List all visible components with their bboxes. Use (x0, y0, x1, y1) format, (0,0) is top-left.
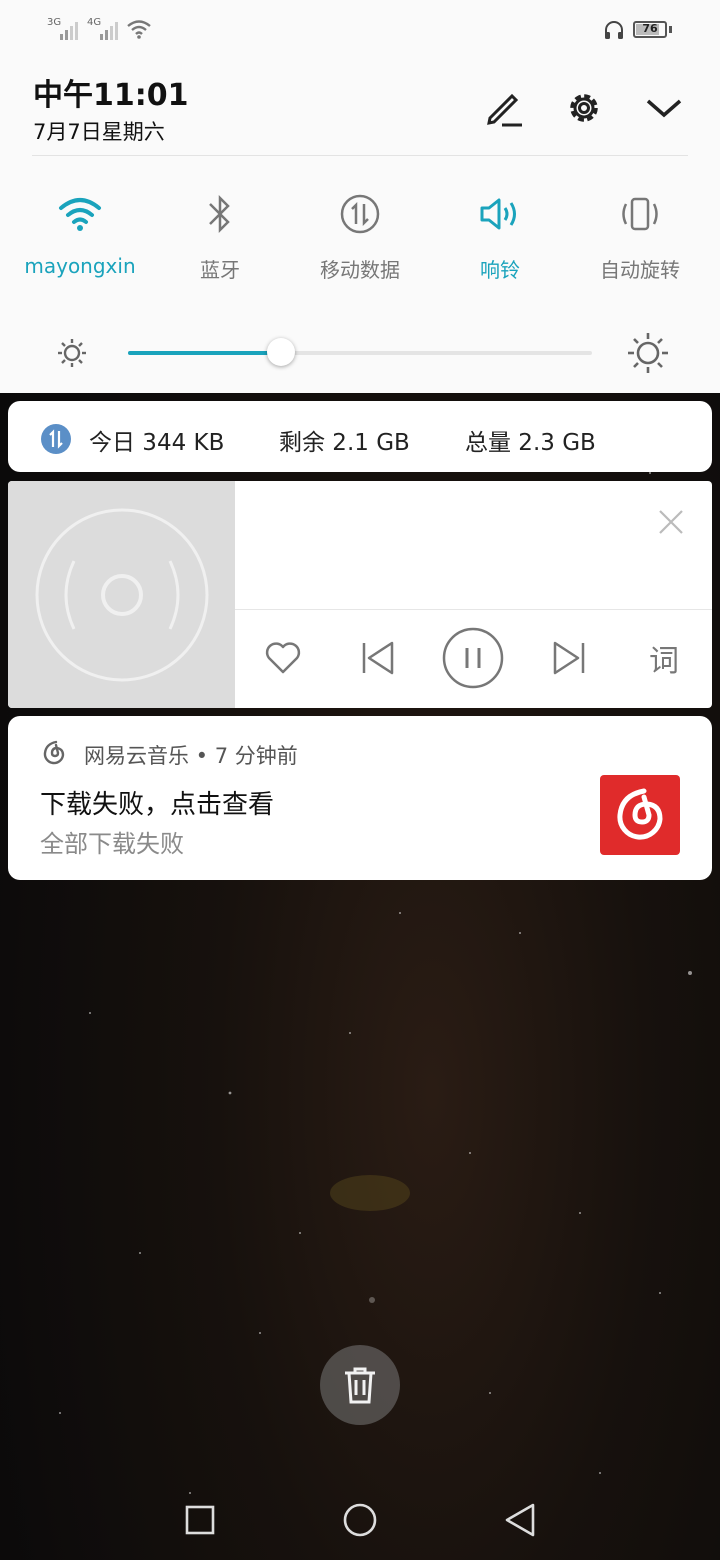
lyrics-button[interactable]: 词 (639, 633, 689, 683)
notification-shade: 3G 4G 76 中午11:01 7月7日星期六 mayongxin 蓝牙 移动… (0, 0, 720, 393)
netease-music-icon (43, 740, 65, 765)
back-icon (505, 1503, 535, 1537)
wifi-icon (59, 198, 101, 231)
signal-icon (60, 22, 78, 40)
brightness-slider-thumb[interactable] (267, 338, 296, 366)
signal-icon (100, 22, 118, 40)
qs-tile-auto-rotate[interactable]: 自动旋转 (570, 190, 710, 290)
album-art-placeholder (8, 481, 235, 708)
data-usage-card[interactable]: 今日 344 KB 剩余 2.1 GB 总量 2.3 GB (8, 401, 712, 472)
data-usage-total: 总量 2.3 GB (465, 430, 596, 456)
settings-button[interactable] (560, 84, 608, 132)
netease-music-icon (617, 788, 663, 840)
sim2-network-type: 4G (87, 17, 102, 28)
trash-icon (345, 1367, 375, 1404)
settings-icon (570, 94, 598, 122)
brightness-slider[interactable] (128, 351, 592, 355)
next-button[interactable] (544, 633, 594, 683)
qs-tile-mobile-data[interactable]: 移动数据 (290, 190, 430, 290)
mobile-data-icon (340, 194, 380, 234)
back-button[interactable] (500, 1500, 540, 1540)
auto-rotate-icon (622, 197, 658, 231)
collapse-chevron-icon (646, 99, 682, 118)
bluetooth-icon (209, 194, 230, 234)
collapse-button[interactable] (640, 84, 688, 132)
qs-tile-wifi[interactable]: mayongxin (10, 190, 150, 290)
qs-tile-label: 移动数据 (320, 258, 400, 282)
recents-icon (185, 1505, 215, 1535)
header-divider (32, 155, 688, 156)
headphones-icon (605, 21, 623, 39)
battery-icon: 76 (633, 21, 667, 38)
pause-icon (442, 627, 504, 689)
home-icon (343, 1503, 377, 1537)
brightness-low-icon (58, 339, 86, 367)
disc-icon (35, 508, 209, 682)
notification-text: 全部下载失败 (40, 830, 184, 858)
home-button[interactable] (340, 1500, 380, 1540)
like-button[interactable] (258, 633, 308, 683)
qs-tile-label: mayongxin (24, 254, 136, 278)
edit-icon (487, 93, 522, 127)
qs-tile-ring[interactable]: 响铃 (430, 190, 570, 290)
qs-tile-bluetooth[interactable]: 蓝牙 (150, 190, 290, 290)
battery-level: 76 (642, 22, 658, 35)
close-icon (659, 510, 683, 534)
previous-button[interactable] (353, 633, 403, 683)
edit-button[interactable] (480, 84, 528, 132)
data-usage-remaining: 剩余 2.1 GB (279, 430, 410, 456)
qs-tile-label: 蓝牙 (200, 258, 240, 282)
qs-tile-label: 自动旋转 (600, 258, 680, 282)
qs-tile-label: 响铃 (480, 258, 520, 282)
ring-icon (480, 198, 516, 230)
mobile-data-icon (41, 424, 71, 454)
close-button[interactable] (651, 502, 691, 542)
brightness-high-icon (628, 333, 668, 373)
pause-button[interactable] (441, 626, 505, 690)
notification-app-logo (600, 775, 680, 855)
sim1-network-type: 3G (47, 17, 62, 28)
brightness-slider-fill (128, 351, 282, 355)
previous-icon (362, 641, 394, 675)
notification-title: 下载失败，点击查看 (40, 790, 275, 820)
notification-app-name: 网易云音乐 • 7 分钟前 (84, 744, 298, 768)
music-divider (235, 609, 712, 610)
clock-date: 7月7日星期六 (33, 120, 165, 144)
heart-icon (265, 642, 301, 674)
data-usage-today: 今日 344 KB (89, 430, 225, 456)
clock-time: 中午11:01 (33, 78, 189, 113)
status-bar: 3G 4G 76 (0, 0, 720, 60)
recents-button[interactable] (180, 1500, 220, 1540)
notification-card[interactable]: 网易云音乐 • 7 分钟前 下载失败，点击查看 全部下载失败 (8, 716, 712, 880)
wifi-icon (127, 20, 151, 39)
next-icon (553, 641, 585, 675)
music-player-card: 词 (8, 481, 712, 708)
clear-notifications-button[interactable] (320, 1345, 400, 1425)
